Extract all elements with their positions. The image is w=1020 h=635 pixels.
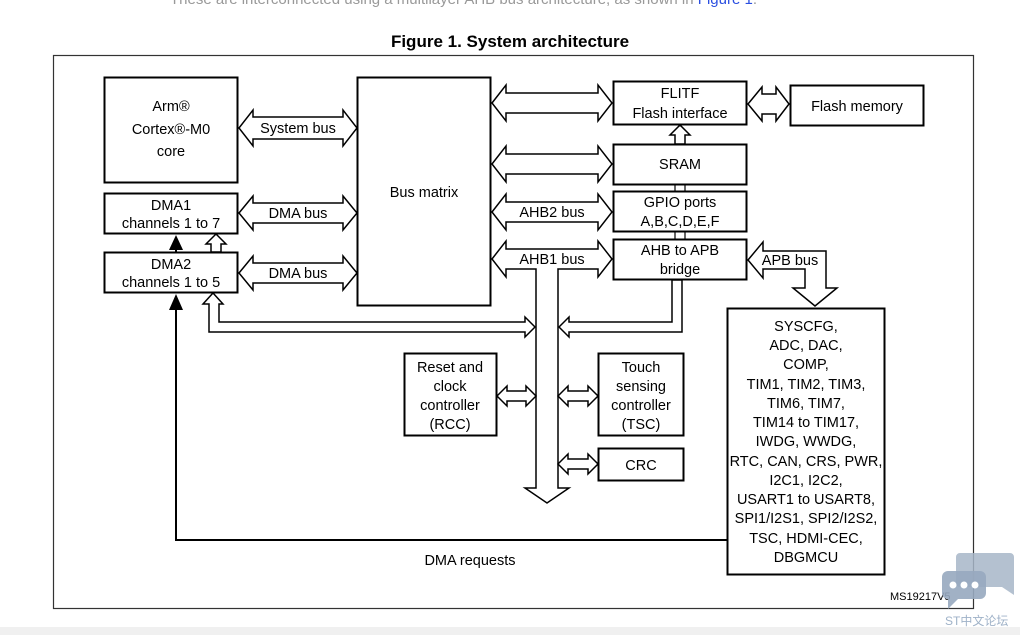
sram-label: SRAM	[659, 157, 701, 173]
peripheral-line: COMP,	[783, 357, 829, 373]
dma2-to-dma1-arrow	[204, 232, 228, 253]
dma-bus-label-2: DMA bus	[269, 266, 328, 282]
rcc-label-4: (RCC)	[429, 417, 470, 433]
sram-bus-arrow	[491, 143, 613, 185]
crc-bus-arrow	[556, 452, 600, 476]
peripheral-line: TIM14 to TIM17,	[753, 415, 859, 431]
ahb-apb-label-1: AHB to APB	[641, 243, 719, 259]
peripheral-line: I2C1, I2C2,	[769, 473, 842, 489]
flitf-label-1: FLITF	[661, 86, 700, 102]
dma2-ahb-link-arrow	[201, 291, 537, 339]
sram-to-flitf-arrow	[668, 123, 692, 145]
peripheral-line: RTC, CAN, CRS, PWR,	[730, 454, 883, 470]
peripheral-line: SPI1/I2S1, SPI2/I2S2,	[735, 511, 878, 527]
dma-request-arrowhead	[169, 294, 183, 310]
dma-requests-label: DMA requests	[424, 553, 515, 569]
cpu-label-1: Arm®	[152, 99, 190, 115]
system-bus-label: System bus	[260, 121, 336, 137]
peripheral-line: TSC, HDMI-CEC,	[749, 531, 863, 547]
cpu-label-2: Cortex®-M0	[132, 122, 210, 138]
dma-bus-label-1: DMA bus	[269, 206, 328, 222]
peripheral-line: IWDG, WWDG,	[756, 434, 857, 450]
ahb1-bus-label: AHB1 bus	[519, 252, 584, 268]
peripheral-line: DBGMCU	[774, 550, 838, 566]
crc-label: CRC	[625, 458, 656, 474]
rcc-label-2: clock	[433, 379, 467, 395]
gpio-label-1: GPIO ports	[644, 195, 717, 211]
flash-bus-arrow	[747, 84, 790, 124]
peripheral-line: TIM1, TIM2, TIM3,	[747, 377, 866, 393]
chat-bubbles-icon	[942, 553, 1014, 609]
peripheral-line: ADC, DAC,	[769, 338, 842, 354]
dma1-label-2: channels 1 to 7	[122, 216, 220, 232]
apb-bus-label: APB bus	[762, 253, 818, 269]
tsc-label-1: Touch	[622, 360, 661, 376]
ahb2-bus-label: AHB2 bus	[519, 205, 584, 221]
tsc-bus-arrow	[556, 384, 600, 408]
dma1-label-1: DMA1	[151, 198, 191, 214]
peripherals-list: SYSCFG, ADC, DAC, COMP, TIM1, TIM2, TIM3…	[730, 319, 883, 566]
rcc-label-1: Reset and	[417, 360, 483, 376]
apb-bus-arrow	[747, 239, 840, 307]
gpio-label-2: A,B,C,D,E,F	[641, 214, 720, 230]
dma2-dma1-request-arrowhead	[169, 235, 183, 250]
rcc-label-3: controller	[420, 398, 480, 414]
flash-memory-label: Flash memory	[811, 99, 904, 115]
system-architecture-diagram: Arm® Cortex®-M0 core DMA1 channels 1 to …	[52, 54, 975, 610]
tsc-label-2: sensing	[616, 379, 666, 395]
peripheral-line: TIM6, TIM7,	[767, 396, 845, 412]
bus-matrix-label: Bus matrix	[390, 185, 459, 201]
dma2-label-1: DMA2	[151, 257, 191, 273]
tsc-label-3: controller	[611, 398, 671, 414]
bridge-ahb-link-arrow	[557, 279, 683, 339]
dma2-label-2: channels 1 to 5	[122, 275, 220, 291]
peripheral-line: SYSCFG,	[774, 319, 838, 335]
tsc-label-4: (TSC)	[622, 417, 661, 433]
cpu-label-3: core	[157, 144, 185, 160]
flitf-bus-arrow	[491, 82, 613, 124]
flitf-label-2: Flash interface	[632, 106, 727, 122]
rcc-bus-arrow	[495, 384, 538, 408]
ahb-apb-label-2: bridge	[660, 262, 700, 278]
peripheral-line: USART1 to USART8,	[737, 492, 875, 508]
page-footer-bar	[0, 627, 1020, 635]
